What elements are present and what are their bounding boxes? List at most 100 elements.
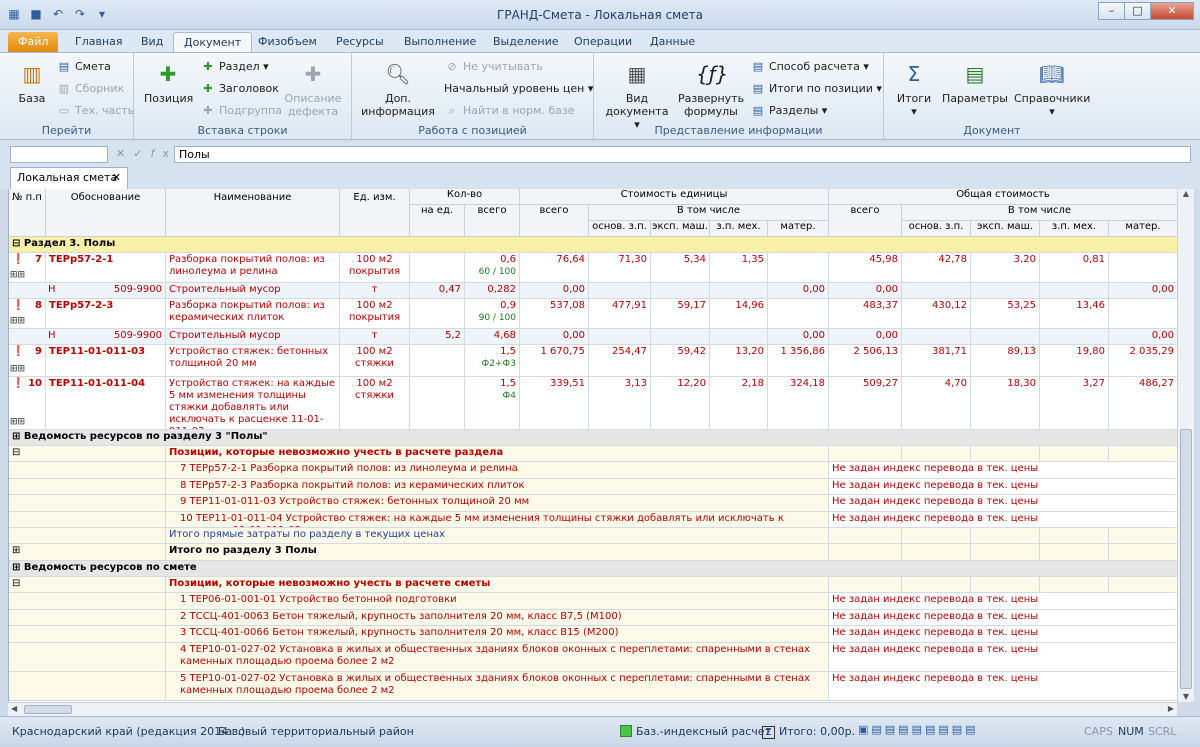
position-row[interactable]: ❗ 7 ⊞⊞ ТЕРр57-2-1 Разборка покрытий полов: и… bbox=[9, 253, 1177, 283]
expand-icon[interactable]: ⊞⊞ bbox=[10, 363, 25, 375]
tab-document[interactable]: Документ bbox=[173, 32, 253, 52]
col-unit-mater[interactable]: матер. bbox=[768, 221, 829, 237]
status-district[interactable]: Базовый территориальный район bbox=[218, 725, 414, 738]
row-t-eksp[interactable]: 53,25 bbox=[971, 299, 1040, 328]
row-quantity[interactable]: 1,5 Ф4 bbox=[465, 377, 520, 429]
row-t-osn[interactable]: 430,12 bbox=[902, 299, 971, 328]
problem-item[interactable]: 1 ТЕР06-01-001-01 Устройство бетонной по… bbox=[9, 593, 1177, 610]
row-u-eksp[interactable]: 5,34 bbox=[651, 253, 710, 282]
col-unit[interactable]: Ед. изм. bbox=[340, 189, 410, 237]
close-button[interactable]: ✕ bbox=[1150, 2, 1194, 20]
find-in-base-button[interactable]: ⌕ Найти в норм. базе bbox=[444, 101, 575, 121]
subrow-quantity[interactable]: 4,68 bbox=[465, 329, 520, 344]
name-box[interactable] bbox=[10, 146, 108, 163]
subrow-total-mater[interactable]: 0,00 bbox=[1109, 283, 1177, 298]
totals-button[interactable]: Σ Итоги ▾ bbox=[892, 59, 936, 118]
subrow-empty[interactable] bbox=[589, 329, 651, 344]
row-t-eksp[interactable]: 3,20 bbox=[971, 253, 1040, 282]
subrow-empty[interactable] bbox=[902, 283, 971, 298]
row-code[interactable]: ТЕРр57-2-3 bbox=[46, 299, 166, 328]
row-u-zpm[interactable]: 1,35 bbox=[710, 253, 768, 282]
subrow-quantity[interactable]: 0,282 bbox=[465, 283, 520, 298]
cancel-icon[interactable]: ✕ bbox=[116, 147, 133, 160]
row-u-osn[interactable]: 71,30 bbox=[589, 253, 651, 282]
expand-icon[interactable]: ⊞⊞ bbox=[10, 315, 25, 327]
document-view-button[interactable]: ▦ Вид документа ▾ bbox=[602, 59, 672, 131]
row-t-total[interactable]: 45,98 bbox=[829, 253, 902, 282]
row-name[interactable]: Разборка покрытий полов: из керамических… bbox=[166, 299, 340, 328]
row-code[interactable]: ТЕР11-01-011-04 bbox=[46, 377, 166, 429]
problem-item[interactable]: 7 ТЕРр57-2-1 Разборка покрытий полов: из… bbox=[9, 462, 1177, 479]
col-tot-total[interactable]: всего bbox=[829, 205, 902, 237]
row-t-total[interactable]: 509,27 bbox=[829, 377, 902, 429]
expand-icon[interactable]: ⊞ bbox=[12, 431, 20, 442]
row-t-zpm[interactable]: 0,81 bbox=[1040, 253, 1109, 282]
row-unit[interactable]: 100 м2 покрытия bbox=[340, 299, 410, 328]
col-quantity[interactable]: Кол-во bbox=[410, 189, 520, 205]
position-totals-button[interactable]: ▤ Итоги по позиции ▾ bbox=[750, 79, 882, 99]
subrow-per-unit[interactable]: 5,2 bbox=[410, 329, 465, 344]
subrow-total[interactable]: 0,00 bbox=[829, 329, 902, 344]
status-region[interactable]: Краснодарский край (редакция 2014 г.) bbox=[12, 725, 245, 738]
row-number[interactable]: ❗ 9 ⊞⊞ bbox=[9, 345, 46, 376]
row-per-unit[interactable] bbox=[410, 345, 465, 376]
col-tot-mater[interactable]: матер. bbox=[1109, 221, 1177, 237]
row-t-eksp[interactable]: 89,13 bbox=[971, 345, 1040, 376]
subrow-empty[interactable] bbox=[651, 283, 710, 298]
col-unit-including[interactable]: В том числе bbox=[589, 205, 829, 221]
subrow-per-unit[interactable]: 0,47 bbox=[410, 283, 465, 298]
base-button[interactable]: ▥ База bbox=[8, 59, 56, 105]
sections-button[interactable]: ▤ Разделы ▾ bbox=[750, 101, 828, 121]
subrow-empty[interactable] bbox=[651, 329, 710, 344]
row-t-total[interactable]: 2 506,13 bbox=[829, 345, 902, 376]
row-u-eksp[interactable]: 59,17 bbox=[651, 299, 710, 328]
problem-item[interactable]: 9 ТЕР11-01-011-03 Устройство стяжек: бет… bbox=[9, 495, 1177, 512]
tab-home[interactable]: Главная bbox=[65, 32, 133, 52]
row-number[interactable]: ❗ 7 ⊞⊞ bbox=[9, 253, 46, 282]
row-number[interactable]: ❗ 10 ⊞⊞ bbox=[9, 377, 46, 429]
sbornik-button[interactable]: ▥ Сборник bbox=[56, 79, 124, 99]
row-t-osn[interactable]: 4,70 bbox=[902, 377, 971, 429]
row-name[interactable]: Разборка покрытий полов: из линолеума и … bbox=[166, 253, 340, 282]
col-unit-total[interactable]: всего bbox=[520, 205, 589, 237]
subrow-name[interactable]: Строительный мусор bbox=[166, 283, 340, 298]
row-name[interactable]: Устройство стяжек: бетонных толщиной 20 … bbox=[166, 345, 340, 376]
row-t-osn[interactable]: 381,71 bbox=[902, 345, 971, 376]
function-icon[interactable]: fx bbox=[150, 147, 176, 160]
status-calc-method[interactable]: Баз.-индексный расчет bbox=[620, 725, 771, 738]
col-name[interactable]: Наименование bbox=[166, 189, 340, 237]
estimate-problem-header[interactable]: ⊟ Позиции, которые невозможно учесть в р… bbox=[9, 577, 1177, 593]
tab-operations[interactable]: Операции bbox=[564, 32, 642, 52]
tab-file[interactable]: Файл bbox=[8, 32, 59, 52]
subrow-empty[interactable] bbox=[589, 283, 651, 298]
subgroup-button[interactable]: ✚ Подгруппа bbox=[200, 101, 282, 121]
row-t-mat[interactable] bbox=[1109, 299, 1177, 328]
expand-icon[interactable]: ⊞⊞ bbox=[10, 416, 25, 428]
parameters-button[interactable]: ▤ Параметры bbox=[942, 59, 1008, 105]
references-button[interactable]: 📖︎ Справочники ▾ bbox=[1014, 59, 1090, 118]
subrow-unit[interactable]: т bbox=[340, 283, 410, 298]
row-u-total[interactable]: 537,08 bbox=[520, 299, 589, 328]
formula-input[interactable]: Полы bbox=[174, 146, 1191, 163]
subrow-empty[interactable] bbox=[971, 283, 1040, 298]
col-unit-eksp[interactable]: эксп. маш. bbox=[651, 221, 710, 237]
accept-icon[interactable]: ✓ bbox=[133, 147, 150, 160]
section-problem-header[interactable]: ⊟ Позиции, которые невозможно учесть в р… bbox=[9, 446, 1177, 462]
row-number[interactable]: ❗ 8 ⊞⊞ bbox=[9, 299, 46, 328]
row-unit[interactable]: 100 м2 покрытия bbox=[340, 253, 410, 282]
row-u-osn[interactable]: 3,13 bbox=[589, 377, 651, 429]
vertical-scroll-thumb[interactable] bbox=[1180, 429, 1192, 689]
subrow-unit-mater[interactable]: 0,00 bbox=[768, 283, 829, 298]
subrow-empty[interactable] bbox=[710, 329, 768, 344]
row-u-zpm[interactable]: 2,18 bbox=[710, 377, 768, 429]
tab-resources[interactable]: Ресурсы bbox=[326, 32, 394, 52]
row-t-total[interactable]: 483,37 bbox=[829, 299, 902, 328]
row-t-eksp[interactable]: 18,30 bbox=[971, 377, 1040, 429]
smeta-button[interactable]: ▤ Смета bbox=[56, 57, 111, 77]
problem-item[interactable]: 5 ТЕР10-01-027-02 Установка в жилых и об… bbox=[9, 672, 1177, 701]
problem-item[interactable]: 10 ТЕР11-01-011-04 Устройство стяжек: на… bbox=[9, 512, 1177, 528]
close-tab-icon[interactable]: ✕ bbox=[112, 168, 121, 188]
col-tot-zpmeh[interactable]: з.п. мех. bbox=[1040, 221, 1109, 237]
extra-info-button[interactable]: 🔍︎ Доп. информация bbox=[360, 59, 436, 118]
subrow-empty[interactable] bbox=[1040, 283, 1109, 298]
